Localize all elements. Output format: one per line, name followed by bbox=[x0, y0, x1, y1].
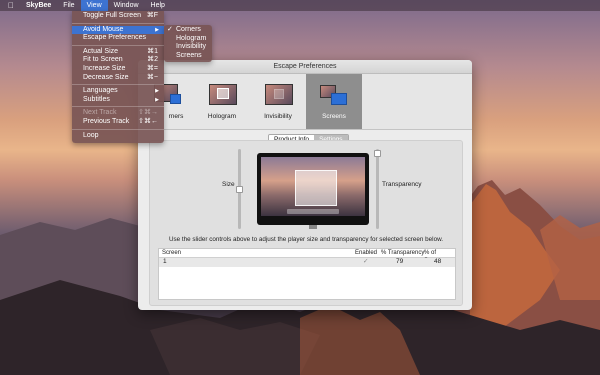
tab-hologram-label: Hologram bbox=[207, 113, 237, 120]
window-title: Escape Preferences bbox=[138, 60, 472, 74]
menu-view[interactable]: View bbox=[80, 0, 108, 11]
menu-file[interactable]: File bbox=[57, 0, 80, 11]
menu-bar:  SkyBee File View Window Help bbox=[0, 0, 600, 11]
checkmark-icon: ✓ bbox=[167, 26, 173, 33]
hologram-icon bbox=[208, 83, 237, 105]
table-row[interactable]: 1 ✓ 79 48 bbox=[159, 258, 455, 267]
size-label: Size bbox=[222, 181, 235, 188]
menu-item-increase-size[interactable]: Increase Size ⌘= bbox=[72, 65, 164, 74]
table-header: Screen Enabled % Transparency % of Scree… bbox=[159, 249, 455, 264]
screens-settings-panel: Size Transparency Use the slider control… bbox=[149, 140, 463, 306]
col-screen[interactable]: Screen bbox=[162, 249, 181, 257]
col-enabled[interactable]: Enabled bbox=[355, 249, 377, 257]
chevron-right-icon: ▶ bbox=[155, 26, 159, 33]
avoid-mouse-submenu: ✓ Corners Hologram Invisibility Screens bbox=[164, 25, 212, 63]
tab-screens[interactable]: Screens bbox=[306, 74, 362, 129]
invisibility-icon bbox=[264, 83, 293, 105]
menu-app-skybee[interactable]: SkyBee bbox=[20, 0, 57, 11]
menu-item-subtitles[interactable]: Subtitles ▶ bbox=[72, 96, 164, 105]
tab-hologram[interactable]: Hologram bbox=[194, 74, 250, 129]
menu-item-fit-to-screen[interactable]: Fit to Screen ⌘2 bbox=[72, 56, 164, 65]
cell-transparency: 79 bbox=[396, 258, 404, 265]
screen-preview bbox=[261, 157, 365, 216]
screens-table: Screen Enabled % Transparency % of Scree… bbox=[158, 248, 456, 300]
transparency-label: Transparency bbox=[382, 181, 422, 188]
tab-invisibility-label: Invisibility bbox=[264, 113, 292, 120]
instruction-text: Use the slider controls above to adjust … bbox=[168, 236, 444, 243]
size-slider[interactable] bbox=[236, 149, 243, 229]
size-slider-knob[interactable] bbox=[236, 186, 243, 193]
escape-preferences-window: Escape Preferences rners Hologram Invisi… bbox=[138, 60, 472, 310]
menu-item-previous-track[interactable]: Previous Track ⇧⌘← bbox=[72, 118, 164, 127]
tab-screens-label: Screens bbox=[322, 113, 346, 120]
menu-window[interactable]: Window bbox=[108, 0, 145, 11]
player-preview bbox=[295, 170, 337, 206]
submenu-item-corners[interactable]: ✓ Corners bbox=[164, 26, 212, 35]
menu-item-languages[interactable]: Languages ▶ bbox=[72, 87, 164, 96]
submenu-item-hologram[interactable]: Hologram bbox=[164, 35, 212, 44]
enabled-checkbox[interactable]: ✓ bbox=[363, 258, 368, 266]
menu-item-next-track: Next Track ⇧⌘→ bbox=[83, 109, 158, 117]
menu-help[interactable]: Help bbox=[145, 0, 171, 11]
chevron-right-icon: ▶ bbox=[155, 96, 159, 103]
transparency-slider[interactable] bbox=[374, 149, 381, 229]
apple-logo-icon[interactable]:  bbox=[0, 0, 20, 11]
transparency-slider-knob[interactable] bbox=[374, 150, 381, 157]
cell-screen: 1 bbox=[163, 258, 167, 265]
tab-invisibility[interactable]: Invisibility bbox=[250, 74, 306, 129]
menu-item-loop[interactable]: Loop bbox=[72, 132, 164, 141]
col-transparency[interactable]: % Transparency bbox=[381, 249, 424, 257]
menu-item-toggle-full-screen[interactable]: Toggle Full Screen ⌘F bbox=[72, 12, 164, 21]
screen-preview-monitor bbox=[257, 153, 369, 229]
view-menu: Toggle Full Screen ⌘F Avoid Mouse ▶ Escape… bbox=[72, 11, 164, 144]
preferences-toolbar: rners Hologram Invisibility Screens bbox=[138, 74, 472, 130]
submenu-item-invisibility[interactable]: Invisibility bbox=[164, 43, 212, 52]
menu-item-escape-preferences[interactable]: Escape Preferences bbox=[72, 34, 164, 43]
monitor-stand bbox=[309, 225, 317, 229]
menu-item-decrease-size[interactable]: Decrease Size ⌘− bbox=[72, 74, 164, 83]
chevron-right-icon: ▶ bbox=[155, 88, 159, 95]
menu-item-avoid-mouse[interactable]: Avoid Mouse ▶ bbox=[72, 25, 164, 35]
submenu-item-screens[interactable]: Screens bbox=[164, 52, 212, 61]
screens-icon bbox=[320, 83, 348, 105]
preview-dock bbox=[287, 209, 339, 214]
cell-of-screen: 48 bbox=[434, 258, 442, 265]
